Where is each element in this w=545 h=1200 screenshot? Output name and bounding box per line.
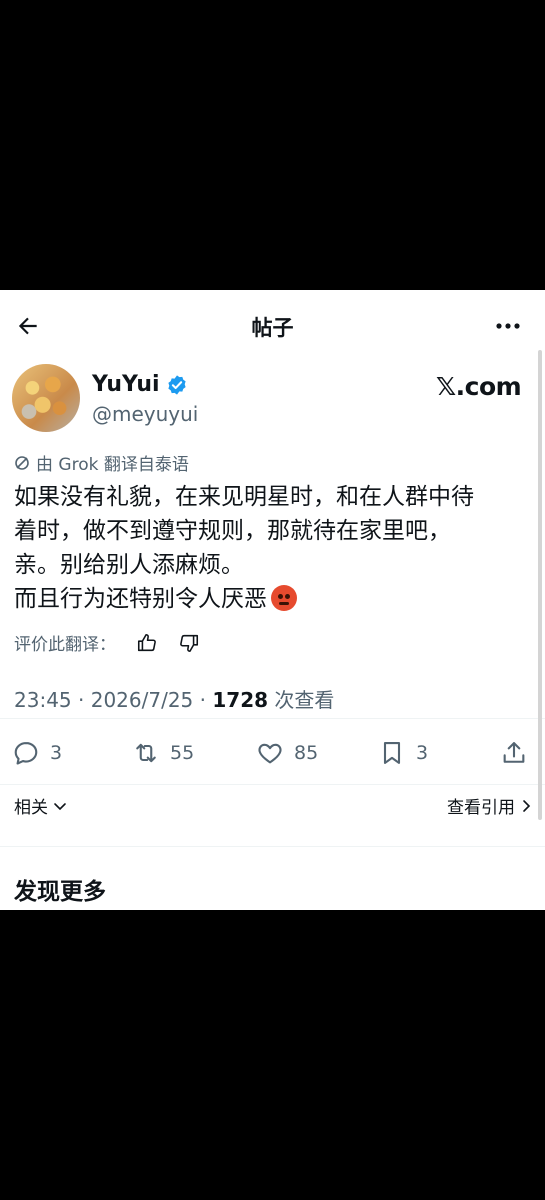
thumbs-up-icon[interactable] <box>136 632 158 654</box>
view-quotes-label: 查看引用 <box>447 798 515 818</box>
angry-face-emoji-icon <box>271 585 297 611</box>
more-button[interactable] <box>492 312 524 340</box>
author-name-row[interactable]: YuYui <box>92 372 188 397</box>
bookmark-count: 3 <box>416 742 429 764</box>
divider <box>0 784 545 785</box>
reply-count: 3 <box>50 742 63 764</box>
reply-icon <box>14 742 38 765</box>
header-bar: 帖子 <box>0 290 545 360</box>
post-time[interactable]: 23:45 <box>14 688 72 712</box>
grok-translation-label: 由 Grok 翻译自泰语 <box>36 455 189 475</box>
bookmark-icon <box>383 742 401 764</box>
share-button[interactable] <box>500 728 528 778</box>
view-quotes-link[interactable]: 查看引用 <box>447 793 533 818</box>
post-date[interactable]: 2026/7/25 <box>91 688 194 712</box>
verified-badge-icon <box>166 374 188 396</box>
related-label: 相关 <box>14 798 48 818</box>
like-button[interactable]: 85 <box>256 728 318 778</box>
heart-icon <box>258 743 282 764</box>
repost-icon <box>136 743 156 763</box>
post-card: 帖子 YuYui @meyuyui 𝕏.com 由 Grok 翻译自泰语 如果没… <box>0 290 545 910</box>
views-label: 次查看 <box>274 688 335 712</box>
meta-separator: · <box>199 688 206 712</box>
scrollbar[interactable] <box>538 350 542 820</box>
discover-more-heading: 发现更多 <box>14 879 106 905</box>
rate-translation: 评价此翻译： <box>14 630 200 655</box>
repost-button[interactable]: 55 <box>132 728 194 778</box>
post-line: 而且行为还特别令人厌恶 <box>14 586 267 612</box>
bottom-black-area <box>0 910 545 1200</box>
rate-translation-label: 评价此翻译： <box>14 635 116 655</box>
reply-button[interactable]: 3 <box>12 728 62 778</box>
page-title: 帖子 <box>251 316 294 340</box>
post-line: 亲。别给别人添麻烦。 <box>14 552 244 578</box>
x-com-logo: 𝕏.com <box>436 372 522 401</box>
chevron-right-icon <box>523 799 531 812</box>
action-bar: 3 55 85 3 <box>0 728 545 778</box>
grok-translation-note: 由 Grok 翻译自泰语 <box>14 450 189 475</box>
chevron-down-icon <box>54 802 66 810</box>
share-icon <box>503 742 525 763</box>
more-horizontal-icon <box>496 323 520 329</box>
author-handle[interactable]: @meyuyui <box>92 402 198 426</box>
related-dropdown[interactable]: 相关 <box>14 793 68 818</box>
bookmark-button[interactable]: 3 <box>378 728 428 778</box>
post-line: 如果没有礼貌，在来见明星时，和在人群中待 <box>14 484 474 510</box>
avatar[interactable] <box>12 364 80 432</box>
post-meta: 23:45 · 2026/7/25 · 1728 次查看 <box>14 684 334 713</box>
thumbs-down-icon[interactable] <box>178 632 200 654</box>
like-count: 85 <box>294 742 319 764</box>
meta-separator: · <box>78 688 85 712</box>
post-line: 着时，做不到遵守规则，那就待在家里吧， <box>14 518 451 544</box>
top-black-area <box>0 0 545 290</box>
post-text: 如果没有礼貌，在来见明星时，和在人群中待 着时，做不到遵守规则，那就待在家里吧，… <box>14 480 534 616</box>
repost-count: 55 <box>170 742 195 764</box>
views-count: 1728 <box>212 688 269 712</box>
author-name[interactable]: YuYui <box>92 372 160 397</box>
post-line-with-emoji: 而且行为还特别令人厌恶 <box>14 582 534 616</box>
divider <box>0 718 545 719</box>
divider <box>0 846 545 847</box>
grok-icon <box>15 455 29 470</box>
